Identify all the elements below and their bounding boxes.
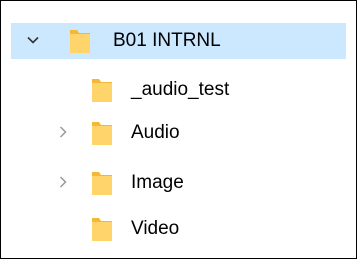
folder-icon <box>91 77 113 103</box>
tree-item-video[interactable]: Video <box>11 211 346 247</box>
tree-item-label: Audio <box>131 122 180 143</box>
tree-item-audio-test[interactable]: _audio_test <box>11 72 346 108</box>
tree-item-label: B01 INTRNL <box>113 30 221 51</box>
tree-item-b01-intrnl[interactable]: B01 INTRNL <box>11 23 346 59</box>
tree-item-label: _audio_test <box>131 79 230 100</box>
folder-tree-pane: B01 INTRNL _audio_test Audio Image Video <box>0 0 357 259</box>
tree-item-label: Image <box>131 172 184 193</box>
folder-icon <box>91 170 113 196</box>
folder-icon <box>69 28 91 54</box>
tree-item-audio[interactable]: Audio <box>11 115 346 151</box>
chevron-right-icon[interactable] <box>55 174 71 190</box>
chevron-down-icon[interactable] <box>25 32 41 48</box>
folder-icon <box>91 216 113 242</box>
folder-icon <box>91 120 113 146</box>
chevron-right-icon[interactable] <box>55 124 71 140</box>
tree-item-label: Video <box>131 218 180 239</box>
tree-item-image[interactable]: Image <box>11 165 346 201</box>
